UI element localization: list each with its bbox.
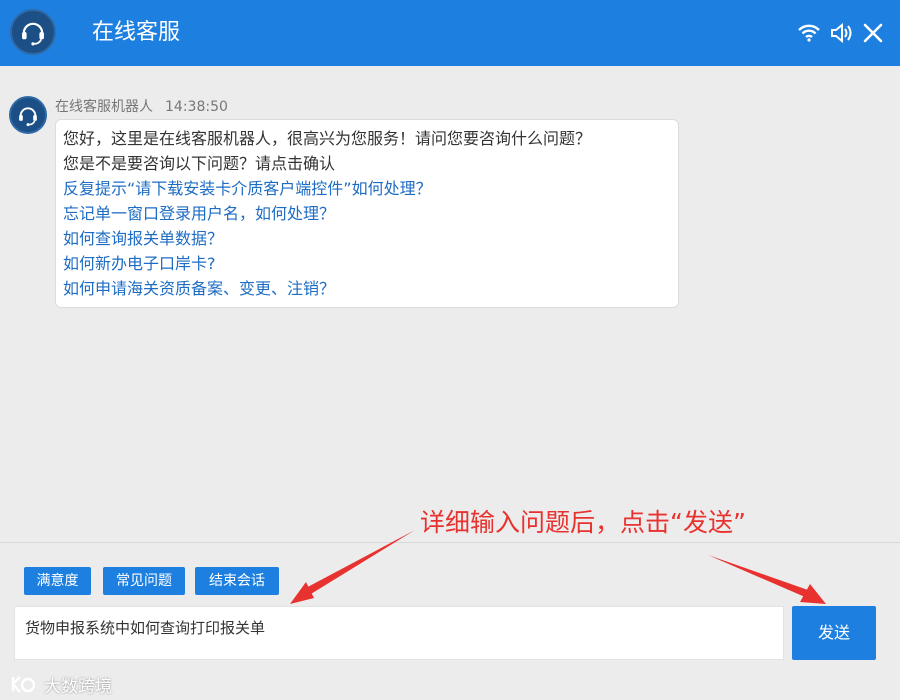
headset-icon: [10, 9, 56, 55]
bot-avatar: [9, 96, 47, 134]
close-icon[interactable]: [860, 20, 886, 46]
sender-name: 在线客服机器人: [55, 99, 153, 115]
chat-header: 在线客服: [0, 0, 900, 66]
faq-link[interactable]: 如何申请海关资质备案、变更、注销？: [63, 276, 671, 301]
wifi-icon[interactable]: [796, 20, 822, 46]
faq-link[interactable]: 反复提示“请下载安装卡介质客户端控件”如何处理？: [63, 176, 671, 201]
annotation-text: 详细输入问题后，点击“发送”: [420, 508, 746, 537]
message-line: 您好，这里是在线客服机器人，很高兴为您服务！请问您要咨询什么问题？: [63, 129, 592, 148]
chat-area: 在线客服机器人 14:38:50 您好，这里是在线客服机器人，很高兴为您服务！请问…: [0, 66, 900, 542]
message-meta: 在线客服机器人 14:38:50: [55, 97, 228, 117]
message-input[interactable]: 货物申报系统中如何查询打印报关单: [14, 606, 784, 660]
message-time: 14:38:50: [165, 99, 228, 115]
message-bubble: 您好，这里是在线客服机器人，很高兴为您服务！请问您要咨询什么问题？ 您是不是要咨…: [55, 119, 679, 308]
faq-link[interactable]: 如何查询报关单数据？: [63, 226, 671, 251]
input-panel: 满意度 常见问题 结束会话 货物申报系统中如何查询打印报关单 发送: [0, 542, 900, 700]
watermark-text: 大数跨境: [44, 677, 112, 697]
watermark-logo-icon: [11, 675, 36, 693]
header-title: 在线客服: [92, 20, 181, 45]
faq-button[interactable]: 常见问题: [103, 567, 185, 595]
send-button[interactable]: 发送: [792, 606, 876, 660]
header-toolbar: [796, 20, 886, 46]
faq-link[interactable]: 忘记单一窗口登录用户名，如何处理？: [63, 201, 671, 226]
watermark: 大数跨境: [10, 672, 112, 697]
message-line: 您是不是要咨询以下问题？请点击确认: [63, 154, 336, 173]
speaker-icon[interactable]: [828, 20, 854, 46]
satisfaction-button[interactable]: 满意度: [24, 567, 91, 595]
end-session-button[interactable]: 结束会话: [195, 567, 279, 595]
faq-link[interactable]: 如何新办电子口岸卡?: [63, 251, 671, 276]
